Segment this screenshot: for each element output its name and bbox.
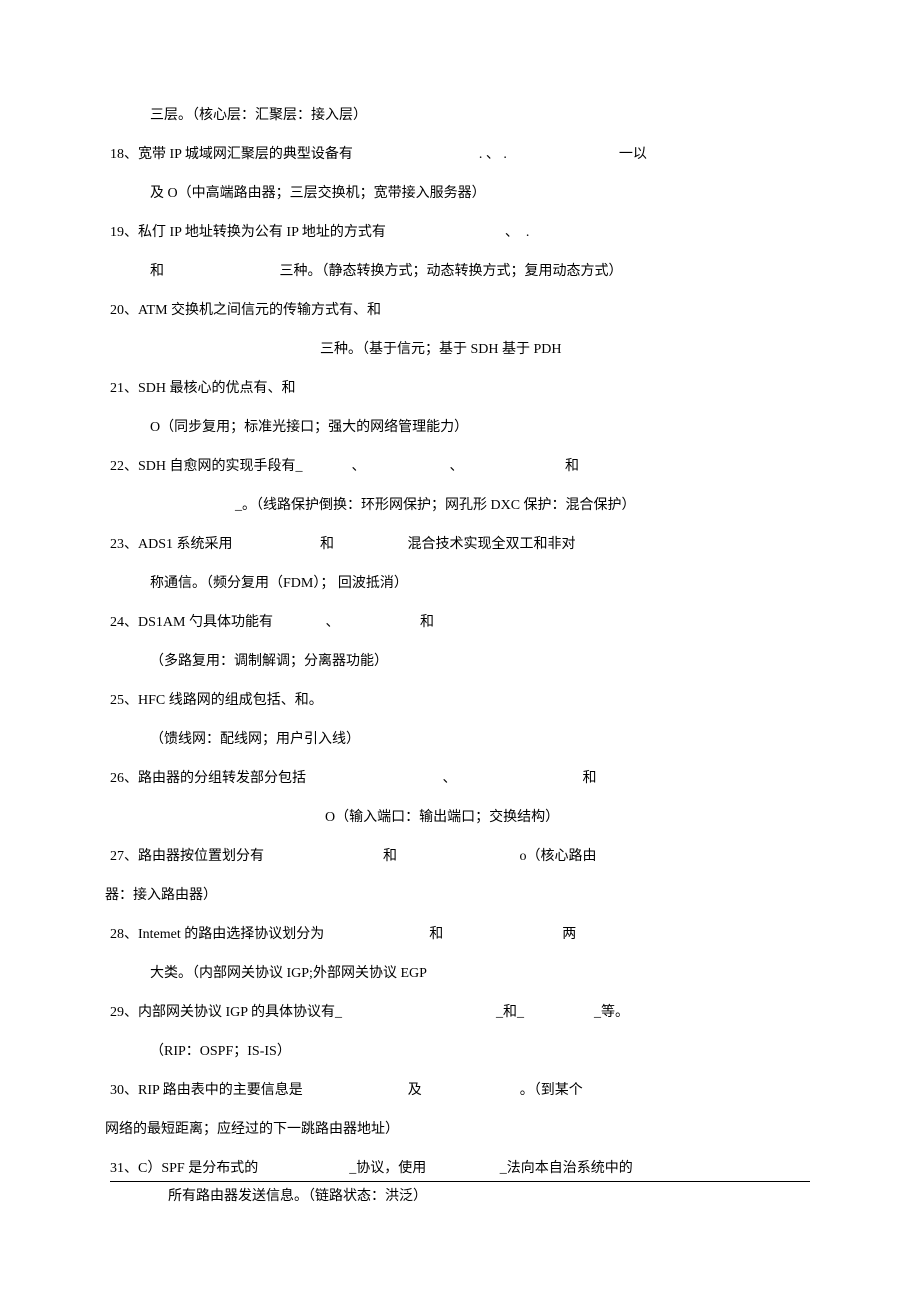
question-28: 28、Intemet 的路由选择协议划分为 和 两 [110, 924, 810, 945]
question-19-ans: 和 三种。（静态转换方式；动态转换方式；复用动态方式） [110, 261, 810, 282]
question-26: 26、路由器的分组转发部分包括 、 和 [110, 768, 810, 789]
question-23: 23、ADS1 系统采用 和 混合技术实现全双工和非对 [110, 534, 810, 555]
question-21: 21、SDH 最核心的优点有、和 [110, 378, 810, 399]
question-28-ans: 大类。（内部网关协议 IGP;外部网关协议 EGP [110, 963, 810, 984]
document-page: 三层。（核心层：汇聚层：接入层） 18、宽带 IP 城域网汇聚层的典型设备有 .… [0, 0, 920, 1301]
question-21-ans: O（同步复用；标准光接口；强大的网络管理能力） [110, 417, 810, 438]
question-23-ans: 称通信。（频分复用（FDM）； 回波抵消） [110, 573, 810, 594]
question-30: 30、RIP 路由表中的主要信息是 及 。（到某个 [110, 1080, 810, 1101]
question-29: 29、内部网关协议 IGP 的具体协议有_ _和_ _等。 [110, 1002, 810, 1023]
question-22-ans: _。（线路保护倒换：环形网保护；网孔形 DXC 保护：混合保护） [110, 495, 810, 516]
question-31-ans: 所有路由器发送信息。（链路状态：洪泛） [110, 1186, 810, 1207]
question-17-cont: 三层。（核心层：汇聚层：接入层） [110, 105, 810, 126]
question-27-ans: 器：接入路由器） [105, 885, 810, 906]
question-24: 24、DS1AM 勺具体功能有 、 和 [110, 612, 810, 633]
question-19: 19、私仃 IP 地址转换为公有 IP 地址的方式有 、 . [110, 222, 810, 243]
question-31: 31、C）SPF 是分布式的 _协议，使用 _法向本自治系统中的 [110, 1158, 810, 1182]
question-18-ans: 及 O（中高端路由器；三层交换机；宽带接入服务器） [110, 183, 810, 204]
question-30-ans: 网络的最短距离；应经过的下一跳路由器地址） [105, 1119, 810, 1140]
question-18: 18、宽带 IP 城域网汇聚层的典型设备有 . 、 . 一以 [110, 144, 810, 165]
question-20: 20、ATM 交换机之间信元的传输方式有、和 [110, 300, 810, 321]
question-20-ans: 三种。（基于信元；基于 SDH 基于 PDH [110, 339, 810, 360]
question-26-ans: O（输入端口：输出端口；交换结构） [110, 807, 810, 828]
question-27: 27、路由器按位置划分有 和 o（核心路由 [110, 846, 810, 867]
question-22: 22、SDH 自愈网的实现手段有_ 、 、 和 [110, 456, 810, 477]
question-29-ans: （RIP：OSPF；IS-IS） [110, 1041, 810, 1062]
question-25: 25、HFC 线路网的组成包括、和。 [110, 690, 810, 711]
question-25-ans: （馈线网：配线网；用户引入线） [110, 729, 810, 750]
question-24-ans: （多路复用：调制解调；分离器功能） [110, 651, 810, 672]
